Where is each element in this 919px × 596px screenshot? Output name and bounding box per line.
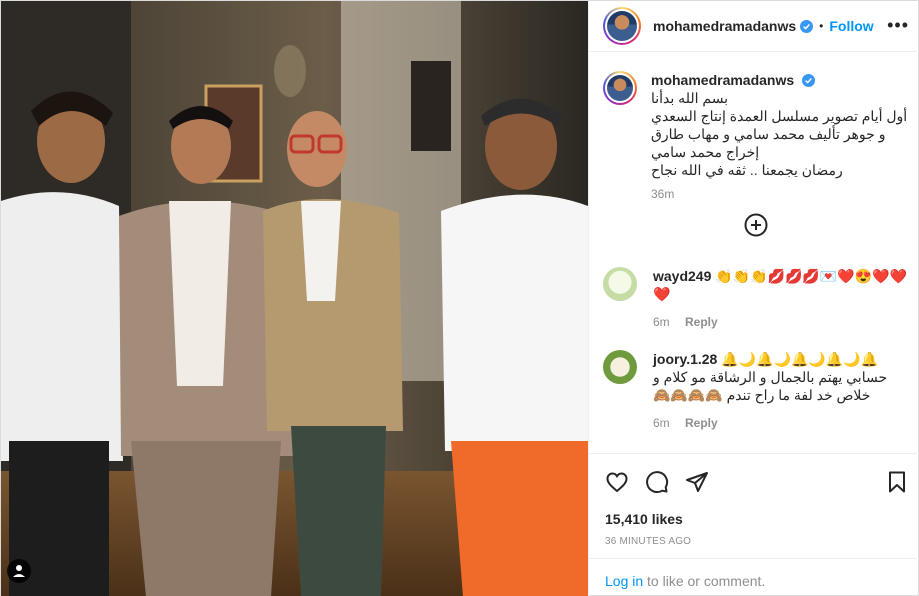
post-dialog: mohamedramadanws • Follow ••• mohamedram… bbox=[0, 0, 919, 596]
user-tag-icon[interactable] bbox=[7, 559, 31, 583]
caption-text: بسم الله بدأنا أول أيام تصوير مسلسل العم… bbox=[651, 90, 908, 178]
caption-username[interactable]: mohamedramadanws bbox=[651, 72, 794, 88]
comment-body: wayd249 👏👏👏💋💋💋💌❤️😍❤️❤️❤️ 6m Reply bbox=[653, 267, 909, 331]
follow-button[interactable]: Follow bbox=[829, 18, 873, 34]
comment-meta: 6m Reply bbox=[653, 414, 909, 432]
login-link[interactable]: Log in bbox=[605, 573, 643, 589]
more-options-icon[interactable]: ••• bbox=[887, 15, 909, 36]
post-side-panel: mohamedramadanws • Follow ••• mohamedram… bbox=[588, 1, 919, 596]
author-avatar[interactable] bbox=[603, 7, 641, 45]
add-circle-icon[interactable] bbox=[744, 213, 768, 237]
comment-body: joory.1.28 🔔🌙🔔🌙🔔🌙🔔🌙🔔 حسابي يهتم بالجمال … bbox=[653, 350, 909, 432]
caption-avatar[interactable] bbox=[603, 71, 637, 105]
comment-username[interactable]: joory.1.28 bbox=[653, 351, 717, 367]
login-prompt: Log in to like or comment. bbox=[589, 558, 919, 596]
verified-badge-icon bbox=[802, 74, 816, 87]
author-username[interactable]: mohamedramadanws bbox=[653, 18, 796, 34]
login-prompt-text: to like or comment. bbox=[643, 573, 766, 589]
separator-dot: • bbox=[819, 19, 824, 33]
post-header: mohamedramadanws • Follow ••• bbox=[589, 1, 919, 52]
bookmark-icon[interactable] bbox=[885, 470, 909, 494]
post-photo[interactable] bbox=[1, 1, 588, 596]
caption-body: mohamedramadanws بسم الله بدأنا أول أيام… bbox=[651, 71, 909, 201]
reply-button[interactable]: Reply bbox=[685, 315, 718, 329]
comment-item: wayd249 👏👏👏💋💋💋💌❤️😍❤️❤️❤️ 6m Reply bbox=[603, 267, 909, 331]
likes-count[interactable]: 15,410 likes bbox=[605, 511, 683, 527]
heart-icon[interactable] bbox=[605, 470, 629, 494]
comment-time: 6m bbox=[653, 315, 670, 329]
commenter-avatar[interactable] bbox=[603, 267, 637, 301]
photo-illustration bbox=[1, 1, 588, 596]
post-time-ago: 36 MINUTES AGO bbox=[605, 536, 692, 547]
commenter-avatar[interactable] bbox=[603, 350, 637, 384]
comment-time: 6m bbox=[653, 416, 670, 430]
reply-button[interactable]: Reply bbox=[685, 416, 718, 430]
post-caption: mohamedramadanws بسم الله بدأنا أول أيام… bbox=[603, 71, 909, 201]
caption-time: 36m bbox=[651, 187, 675, 201]
comment-item: joory.1.28 🔔🌙🔔🌙🔔🌙🔔🌙🔔 حسابي يهتم بالجمال … bbox=[603, 350, 909, 432]
share-icon[interactable] bbox=[685, 470, 709, 494]
comment-meta: 6m Reply bbox=[653, 313, 909, 331]
verified-badge-icon bbox=[800, 19, 814, 33]
comment-username[interactable]: wayd249 bbox=[653, 268, 711, 284]
action-bar bbox=[589, 453, 919, 509]
comment-icon[interactable] bbox=[645, 470, 669, 494]
